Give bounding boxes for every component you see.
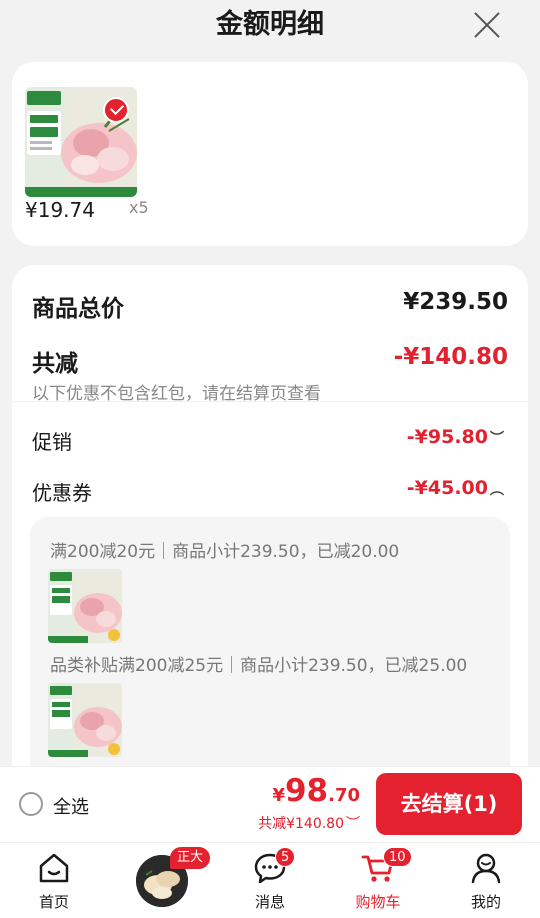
saved-amount[interactable]: 共减¥140.80 ︶ bbox=[258, 813, 360, 833]
promo-value: -¥95.80 bbox=[406, 426, 488, 448]
amount-decimal: .70 bbox=[328, 785, 360, 806]
saved-amount-text: 共减¥140.80 bbox=[258, 816, 344, 832]
home-icon bbox=[39, 853, 69, 883]
tab-label: 首页 bbox=[38, 893, 69, 911]
currency-symbol: ¥ bbox=[272, 785, 285, 806]
chevron-up-icon[interactable]: ︵ bbox=[490, 479, 504, 499]
coupon-detail-box: 满200减20元｜商品小计239.50，已减20.00 品类补贴满200减25元… bbox=[30, 517, 510, 785]
coupon-value-wrap: -¥45.00 ︵ bbox=[407, 477, 504, 499]
coupon-product-thumbnail bbox=[48, 683, 122, 757]
selected-items-card: ¥19.74 x5 bbox=[12, 62, 528, 246]
tab-profile[interactable]: 我的 bbox=[441, 843, 531, 918]
page-title: 金额明细 bbox=[216, 9, 324, 40]
checkout-bar: 全选 ¥98.70 共减¥140.80 ︶ 去结算(1) bbox=[0, 766, 540, 842]
select-all-radio[interactable] bbox=[19, 792, 43, 816]
coupon-product-thumbnail bbox=[48, 569, 122, 643]
header: 金额明细 bbox=[0, 0, 540, 52]
promo-value-wrap: -¥95.80 ︶ bbox=[407, 426, 504, 448]
select-all-label[interactable]: 全选 bbox=[53, 793, 89, 819]
checkout-button[interactable]: 去结算(1) bbox=[376, 773, 522, 835]
bottom-tab-bar: 首页 正大 5 消息 10 购物车 我的 bbox=[0, 842, 540, 918]
tab-messages[interactable]: 5 消息 bbox=[225, 843, 315, 918]
amount-details-card: 商品总价 ¥239.50 共减 -¥140.80 以下优惠不包含红包，请在结算页… bbox=[12, 265, 528, 785]
tab-cart[interactable]: 10 购物车 bbox=[333, 843, 423, 918]
profile-icon bbox=[471, 853, 501, 884]
total-amount: ¥98.70 bbox=[272, 773, 360, 809]
discount-value: -¥140.80 bbox=[393, 344, 508, 370]
divider bbox=[12, 401, 528, 402]
cart-badge: 10 bbox=[383, 847, 412, 867]
coupon-line: 品类补贴满200减25元｜商品小计239.50，已减25.00 bbox=[50, 656, 468, 676]
discount-row: 共减 -¥140.80 bbox=[32, 344, 508, 378]
product-thumbnail[interactable] bbox=[25, 87, 137, 197]
coupon-value: -¥45.00 bbox=[406, 477, 488, 499]
amount-integer: 98 bbox=[284, 773, 329, 809]
chevron-down-icon[interactable]: ︶ bbox=[346, 813, 360, 833]
tab-label: 购物车 bbox=[355, 893, 401, 911]
close-icon[interactable] bbox=[472, 10, 502, 40]
selected-check-icon bbox=[103, 97, 129, 123]
promo-tag: 正大 bbox=[170, 847, 211, 869]
total-value: ¥239.50 bbox=[403, 289, 508, 315]
item-quantity: x5 bbox=[129, 198, 149, 217]
coupon-line: 满200减20元｜商品小计239.50，已减20.00 bbox=[50, 542, 400, 562]
total-row: 商品总价 ¥239.50 bbox=[32, 289, 508, 323]
coupon-row[interactable]: 优惠券 -¥45.00 ︵ bbox=[32, 477, 508, 506]
chevron-down-icon[interactable]: ︶ bbox=[490, 428, 504, 448]
message-badge: 5 bbox=[275, 847, 296, 867]
tab-home[interactable]: 首页 bbox=[9, 843, 99, 918]
tab-label: 我的 bbox=[470, 893, 501, 911]
promo-row[interactable]: 促销 -¥95.80 ︶ bbox=[32, 426, 508, 455]
item-price: ¥19.74 bbox=[25, 198, 95, 222]
tab-label: 消息 bbox=[254, 893, 285, 911]
